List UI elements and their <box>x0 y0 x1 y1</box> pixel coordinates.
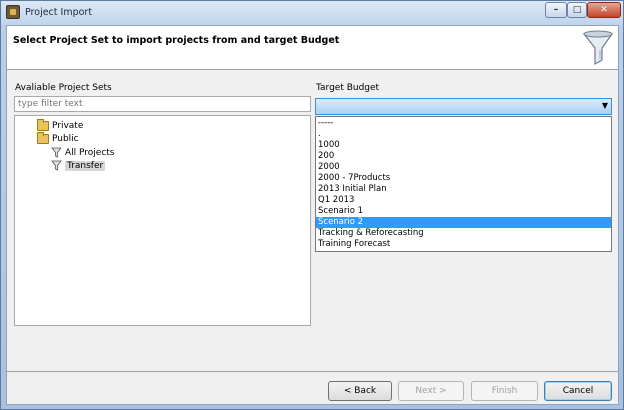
budget-option[interactable]: 2000 <box>316 162 611 173</box>
next-button[interactable]: Next > <box>398 381 464 401</box>
folder-icon <box>37 131 49 144</box>
folder-icon <box>37 118 49 131</box>
maximize-button[interactable]: □ <box>567 2 587 18</box>
app-icon <box>6 5 20 19</box>
tree-item-private[interactable]: Private <box>37 118 84 132</box>
back-button[interactable]: < Back <box>328 381 392 401</box>
project-sets-label: Avaliable Project Sets <box>15 83 112 93</box>
project-import-window: Project Import – □ ✕ Select Project Set … <box>0 0 624 410</box>
title-bar[interactable]: Project Import – □ ✕ <box>1 1 623 25</box>
dropdown-arrow-icon[interactable]: ▼ <box>602 101 608 110</box>
budget-option[interactable]: 2000 - 7Products <box>316 173 611 184</box>
dialog-body: Select Project Set to import projects fr… <box>6 25 619 405</box>
filter-input[interactable] <box>14 96 311 112</box>
target-budget-dropdown-list[interactable]: ----- . 1000 200 2000 2000 - 7Products 2… <box>315 116 612 252</box>
budget-option[interactable]: . <box>316 129 611 140</box>
footer-divider <box>7 371 618 372</box>
budget-option[interactable]: Training Forecast <box>316 239 611 250</box>
tree-item-label: Private <box>52 120 84 131</box>
target-budget-label: Target Budget <box>316 83 380 93</box>
budget-option[interactable]: Q1 2013 <box>316 195 611 206</box>
tree-item-all-projects[interactable]: All Projects <box>51 146 115 159</box>
funnel-wizard-icon <box>582 30 614 66</box>
tree-item-public[interactable]: Public <box>37 131 79 145</box>
budget-option[interactable]: Tracking & Reforecasting <box>316 228 611 239</box>
budget-option[interactable]: ----- <box>316 118 611 129</box>
tree-item-transfer[interactable]: Transfer <box>51 159 106 172</box>
tree-item-label: Transfer <box>65 160 106 171</box>
project-set-tree[interactable]: Private Public All Projects Transfer <box>14 115 311 326</box>
close-button[interactable]: ✕ <box>587 2 621 18</box>
banner-title: Select Project Set to import projects fr… <box>13 35 340 46</box>
finish-button[interactable]: Finish <box>471 381 538 401</box>
window-title: Project Import <box>25 7 93 18</box>
tree-item-label: Public <box>52 133 79 144</box>
cancel-button[interactable]: Cancel <box>544 381 612 401</box>
budget-option[interactable]: 1000 <box>316 140 611 151</box>
target-budget-select[interactable]: ▼ <box>315 98 612 115</box>
budget-option-highlighted[interactable]: Scenario 2 <box>316 217 611 228</box>
minimize-button[interactable]: – <box>545 2 567 18</box>
budget-option[interactable]: 200 <box>316 151 611 162</box>
budget-option[interactable]: 2013 Initial Plan <box>316 184 611 195</box>
filter-icon <box>51 147 62 158</box>
wizard-banner: Select Project Set to import projects fr… <box>7 26 618 70</box>
filter-icon <box>51 160 62 171</box>
tree-item-label: All Projects <box>65 147 115 158</box>
budget-option[interactable]: Scenario 1 <box>316 206 611 217</box>
